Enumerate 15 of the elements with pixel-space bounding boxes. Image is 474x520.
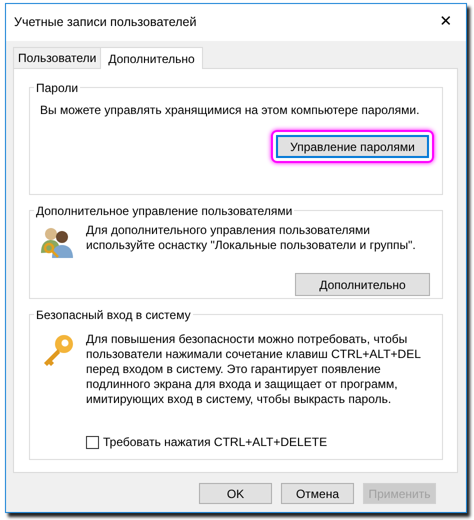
window-title: Учетные записи пользователей xyxy=(14,14,196,32)
close-button[interactable]: ✕ xyxy=(426,4,466,40)
description-text: Вы можете управлять хранящимися на этом компьютере паролями. xyxy=(40,103,420,118)
description-text: Для повышения безопасности можно потребовать, чтобы пользователи нажимали сочетание клавиш CTRL+ALT+DEL перед входом в систему. Это гарантирует появление подлинного экрана для входа и защищает от программ, имитирующих вход в систему, чтобы выкрасть пароль. xyxy=(86,331,422,408)
action-button[interactable]: Дополнительно xyxy=(295,273,430,296)
checkbox-box[interactable] xyxy=(86,436,99,449)
checkbox-label: Требовать нажатия CTRL+ALT+DELETE xyxy=(103,434,328,452)
tab[interactable]: Пользователи xyxy=(13,47,102,68)
description-text: Для дополнительного управления пользователями используйте оснастку "Локальные пользователи и группы". xyxy=(86,223,417,254)
dialog-button[interactable]: Отмена xyxy=(281,483,354,504)
tab[interactable]: Дополнительно xyxy=(100,47,203,69)
checkbox[interactable]: Требовать нажатия CTRL+ALT+DELETE xyxy=(86,433,430,452)
action-button[interactable]: Управление паролями xyxy=(276,135,429,158)
dialog-button[interactable]: OK xyxy=(199,483,272,504)
users-icon xyxy=(40,225,74,260)
